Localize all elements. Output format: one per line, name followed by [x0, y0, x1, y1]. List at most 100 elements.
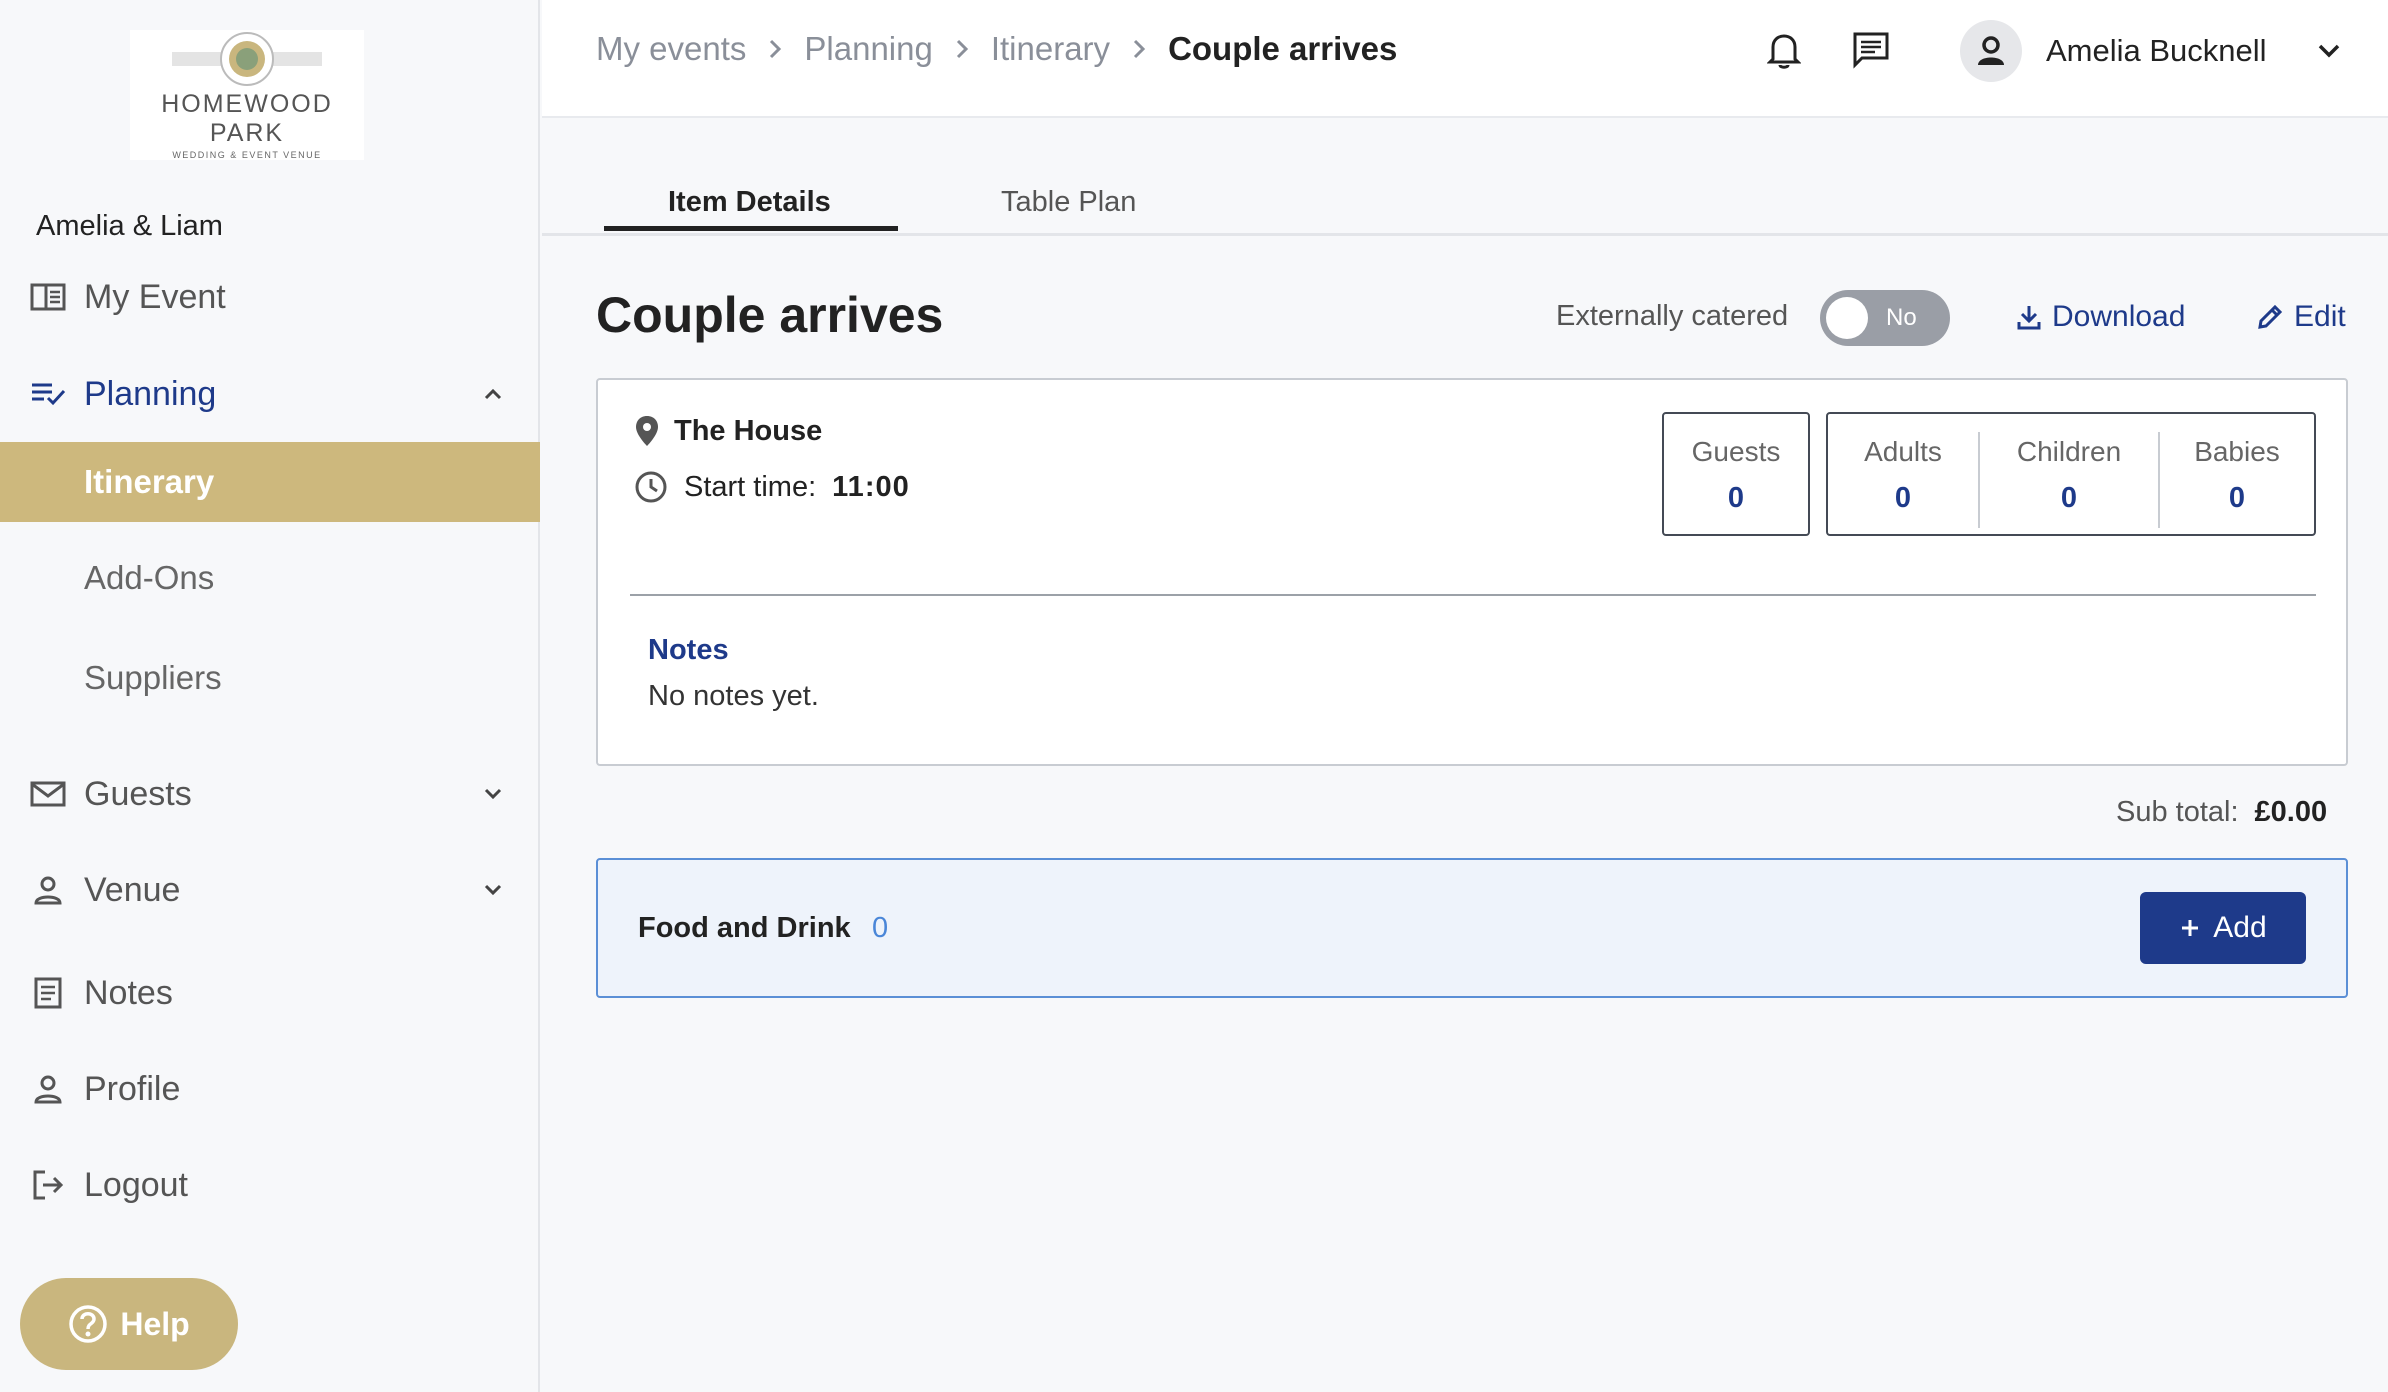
guests-count-box: Guests 0: [1662, 412, 1810, 536]
venue-logo[interactable]: HOMEWOOD PARK WEDDING & EVENT VENUE: [130, 30, 364, 160]
chevron-right-icon: [955, 38, 969, 60]
count-label: Adults: [1864, 436, 1942, 467]
tab-bar: Item Details Table Plan: [542, 120, 2388, 236]
help-button-label: Help: [120, 1305, 190, 1342]
location-row: The House: [634, 414, 822, 448]
food-and-drink-label: Food and Drink: [638, 912, 851, 944]
logo-text-line2: PARK: [209, 119, 285, 147]
sidebar-item-guests[interactable]: Guests: [0, 754, 540, 834]
chevron-down-icon[interactable]: [478, 875, 508, 905]
pencil-icon: [2258, 304, 2283, 329]
guests-count: Guests 0: [1664, 414, 1808, 534]
sidebar-item-label: Guests: [84, 774, 192, 813]
sidebar-item-notes[interactable]: Notes: [0, 953, 540, 1033]
sidebar-item-profile[interactable]: Profile: [0, 1049, 540, 1129]
sidebar-item-label: Notes: [84, 973, 173, 1012]
sidebar-item-logout[interactable]: Logout: [0, 1145, 540, 1225]
sidebar-subitem-label: Itinerary: [84, 463, 215, 500]
logout-icon: [30, 1167, 66, 1203]
event-name: Amelia & Liam: [36, 210, 223, 242]
count-value: 0: [1727, 482, 1745, 514]
breadcrumb-itinerary[interactable]: Itinerary: [991, 30, 1110, 68]
subtotal: Sub total: £0.00: [2116, 796, 2327, 829]
add-food-button[interactable]: Add: [2140, 892, 2306, 964]
chevron-down-icon[interactable]: [2312, 34, 2346, 68]
location-name: The House: [674, 414, 823, 447]
bell-icon[interactable]: [1760, 26, 1808, 74]
location-pin-icon: [636, 416, 658, 446]
sidebar-item-label: Logout: [84, 1165, 188, 1204]
breadcrumb-my-events[interactable]: My events: [596, 30, 746, 68]
top-bar: My events Planning Itinerary Couple arri…: [542, 0, 2388, 118]
help-circle-icon: [69, 1305, 108, 1343]
count-value: 0: [1894, 482, 1912, 514]
sidebar-subitem-add-ons[interactable]: Add-Ons: [0, 538, 540, 618]
mail-icon: [30, 776, 66, 812]
externally-catered-toggle[interactable]: No: [1820, 290, 1950, 346]
person-icon: [30, 872, 66, 908]
checklist-icon: [30, 376, 66, 412]
sidebar-subitem-itinerary[interactable]: Itinerary: [0, 442, 540, 522]
count-value: 0: [2060, 482, 2078, 514]
logo-text-line1: HOMEWOOD: [161, 90, 333, 118]
download-label: Download: [2052, 300, 2186, 333]
book-open-icon: [30, 279, 66, 315]
sidebar-subitem-label: Add-Ons: [84, 559, 215, 596]
breadcrumb-current: Couple arrives: [1168, 30, 1398, 67]
breadcrumb-planning[interactable]: Planning: [804, 30, 932, 68]
sidebar-subitem-suppliers[interactable]: Suppliers: [0, 638, 540, 718]
avatar[interactable]: [1960, 20, 2022, 82]
download-button[interactable]: Download: [2016, 300, 2185, 334]
count-label: Guests: [1691, 436, 1781, 467]
divider: [630, 594, 2316, 596]
sidebar-item-planning[interactable]: Planning: [0, 354, 540, 434]
chat-icon[interactable]: [1847, 26, 1895, 74]
active-tab-indicator: [604, 226, 898, 231]
start-time-label: Start time:: [684, 470, 817, 503]
count-label: Children: [2016, 436, 2122, 467]
babies-count: Babies 0: [2160, 414, 2314, 534]
externally-catered-label: Externally catered: [1556, 300, 1789, 332]
tab-item-details[interactable]: Item Details: [668, 186, 831, 219]
notes-content: No notes yet.: [648, 680, 819, 712]
food-and-drink-section: Food and Drink 0 Add: [596, 858, 2348, 998]
age-breakdown-box: Adults 0 Children 0 Babies 0: [1826, 412, 2316, 536]
subtotal-amount: £0.00: [2254, 796, 2328, 828]
subtotal-label: Sub total:: [2116, 796, 2239, 828]
start-time-value: 11:00: [832, 470, 910, 503]
count-value: 0: [2228, 482, 2246, 514]
breadcrumb: My events Planning Itinerary Couple arri…: [596, 30, 1397, 68]
toggle-state-label: No: [1886, 304, 1917, 331]
sidebar-subitem-label: Suppliers: [84, 659, 222, 696]
notes-heading: Notes: [648, 634, 729, 666]
chevron-up-icon[interactable]: [478, 379, 508, 409]
adults-count: Adults 0: [1828, 414, 1978, 534]
sidebar-item-label: My Event: [84, 277, 226, 316]
sidebar-item-label: Venue: [84, 870, 181, 909]
logo-tagline: WEDDING & EVENT VENUE: [172, 150, 322, 160]
toggle-knob: [1826, 297, 1868, 339]
chevron-right-icon: [768, 38, 782, 60]
add-button-label: Add: [2213, 911, 2267, 944]
item-details-card: The House Start time: 11:00 Guests 0 Adu…: [596, 378, 2348, 766]
tab-table-plan[interactable]: Table Plan: [1001, 186, 1136, 219]
user-name[interactable]: Amelia Bucknell: [2046, 33, 2267, 69]
chevron-down-icon[interactable]: [478, 779, 508, 809]
sidebar-item-label: Planning: [84, 374, 217, 413]
plus-icon: [2182, 920, 2199, 936]
document-icon: [30, 975, 66, 1011]
clock-icon: [635, 471, 667, 503]
count-label: Babies: [2194, 436, 2280, 467]
children-count: Children 0: [1980, 414, 2158, 534]
sidebar: HOMEWOOD PARK WEDDING & EVENT VENUE Amel…: [0, 0, 540, 1392]
food-and-drink-count: 0: [872, 912, 889, 944]
edit-button[interactable]: Edit: [2256, 300, 2346, 334]
sidebar-item-my-event[interactable]: My Event: [0, 257, 540, 337]
start-time-row: Start time: 11:00: [634, 470, 910, 504]
help-button[interactable]: Help: [20, 1278, 238, 1370]
page-title: Couple arrives: [596, 287, 944, 343]
download-icon: [2017, 306, 2041, 330]
sidebar-item-venue[interactable]: Venue: [0, 850, 540, 930]
chevron-right-icon: [1132, 38, 1146, 60]
edit-label: Edit: [2294, 300, 2346, 333]
